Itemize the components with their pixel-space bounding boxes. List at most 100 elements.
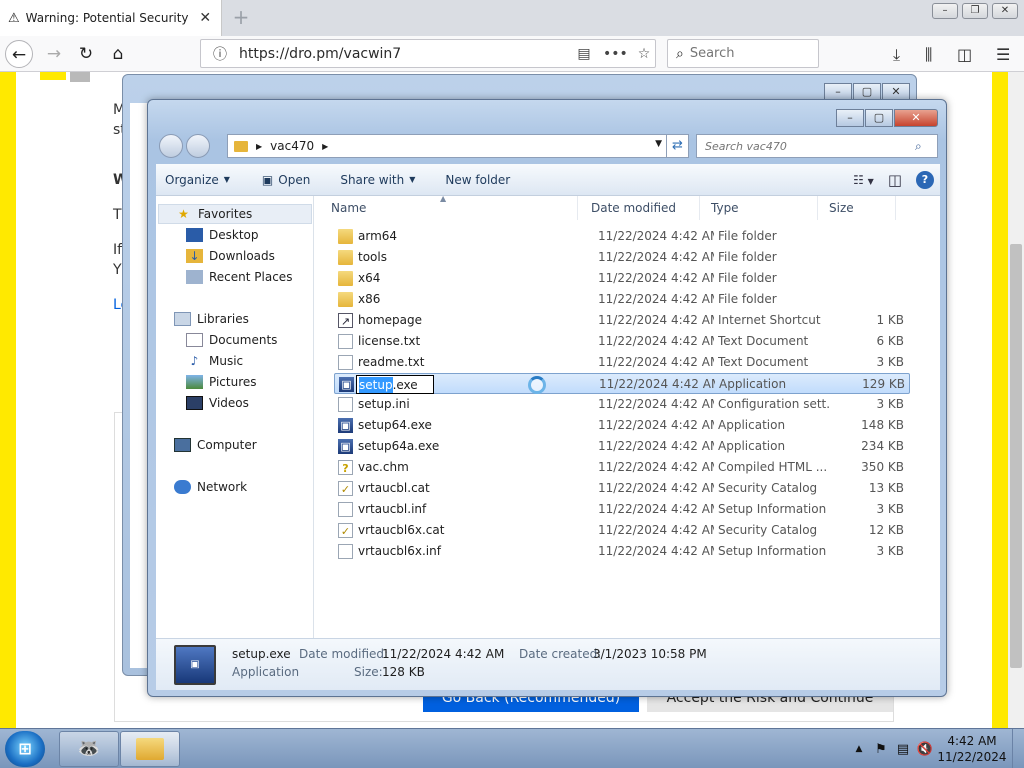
explorer-search-input[interactable] [705,139,915,153]
file-row[interactable]: . vrtaucbl.inf 11/22/2024 4:42 AM Setup Inf… [334,499,910,520]
file-row[interactable]: . vrtaucbl6x.inf 11/22/2024 4:42 AM Setup I… [334,541,910,562]
file-row[interactable]: . tools 11/22/2024 4:42 AM File folder [334,247,910,268]
page-scrollbar-thumb[interactable] [1010,244,1022,668]
column-header-date[interactable]: Date modified [580,196,700,220]
bookmark-star-icon[interactable]: ☆ [633,46,655,62]
rename-extension-text: .exe [392,377,418,392]
url-text[interactable]: https://dro.pm/vacwin7 [239,46,565,62]
search-icon[interactable]: ⌕ [915,139,937,154]
nav-downloads[interactable]: ↓ Downloads [186,246,275,266]
column-header-name[interactable]: Name [320,196,578,220]
network-icon [174,480,191,494]
forward-icon[interactable]: → [40,40,68,68]
file-row[interactable]: . setup.ini 11/22/2024 4:42 AM Configuratio… [334,394,910,415]
nav-downloads-label: Downloads [209,249,275,263]
explorer-search[interactable]: ⌕ [696,134,938,158]
file-row[interactable]: ? vac.chm 11/22/2024 4:42 AM Compiled HTML … [334,457,910,478]
share-with-button[interactable]: Share with ▼ [331,173,424,187]
file-type: Application [718,439,786,453]
breadcrumb-separator-icon[interactable]: ▶ [256,142,262,151]
file-size: 350 KB [861,460,904,474]
column-size-label: Size [829,201,854,215]
home-icon[interactable]: ⌂ [104,40,132,68]
preview-pane-icon[interactable]: ◫ [888,171,902,189]
document-icon: . [338,355,353,370]
rename-textbox[interactable]: setup .exe [356,375,434,394]
file-row[interactable]: . readme.txt 11/22/2024 4:42 AM Text Docume… [334,352,910,373]
browser-search-input[interactable] [689,46,800,61]
file-row[interactable]: . x86 11/22/2024 4:42 AM File folder [334,289,910,310]
firefox-taskbar-button[interactable]: 🦝 [59,731,119,767]
nav-libraries[interactable]: Libraries [174,309,249,329]
file-row[interactable]: ✓ vrtaucbl.cat 11/22/2024 4:42 AM Security … [334,478,910,499]
file-row[interactable]: . arm64 11/22/2024 4:42 AM File folder [334,226,910,247]
star-icon: ★ [178,207,189,221]
nav-desktop[interactable]: Desktop [186,225,259,245]
file-type: Text Document [718,334,809,348]
network-icon[interactable]: ▤ [892,742,914,757]
file-row[interactable]: ✓ vrtaucbl6x.cat 11/22/2024 4:42 AM Securit… [334,520,910,541]
minimize-icon[interactable]: – [932,3,958,19]
new-folder-button[interactable]: New folder [436,173,519,187]
nav-music[interactable]: ♪ Music [186,351,244,371]
back-icon[interactable] [159,134,183,158]
flag-icon[interactable]: ⚑ [870,742,892,757]
file-row[interactable]: ↗ homepage 11/22/2024 4:42 AM Internet Shor… [334,310,910,331]
column-header-size[interactable]: Size [818,196,896,220]
application-icon: ▣ [339,377,354,392]
library-icon[interactable]: ⫼ [925,45,932,65]
organize-button[interactable]: Organize ▼ [156,173,239,187]
view-options-icon[interactable]: ☷ ▼ [853,173,874,187]
nav-favorites[interactable]: ★ Favorites [158,204,312,224]
start-button[interactable]: ⊞ [5,731,45,767]
file-row[interactable]: . license.txt 11/22/2024 4:42 AM Text Docum… [334,331,910,352]
close-icon[interactable]: ✕ [894,109,938,127]
info-icon[interactable]: ⓘ [209,44,231,64]
file-type: File folder [718,271,777,285]
back-icon[interactable]: ← [5,40,33,68]
file-type: Setup Information [718,502,827,516]
breadcrumb-separator-icon[interactable]: ▶ [322,142,328,151]
url-bar[interactable]: ⓘ https://dro.pm/vacwin7 ▤ ••• ☆ [200,39,656,68]
nav-network[interactable]: Network [174,477,247,497]
tab-close-icon[interactable]: ✕ [197,10,213,26]
page-actions-icon[interactable]: ••• [603,46,628,62]
browser-tab[interactable]: ⚠ Warning: Potential Security Risk ✕ [0,0,222,36]
restore-icon[interactable]: ❐ [962,3,988,19]
file-row[interactable]: ▣ setup64a.exe 11/22/2024 4:42 AM Applicati… [334,436,910,457]
refresh-icon[interactable]: ⇄ [667,134,689,158]
explorer-taskbar-button[interactable] [120,731,180,767]
file-row[interactable]: ▣ setup .exe 11/22/2024 4:42 AM Application 1… [334,373,910,394]
menu-icon[interactable]: ☰ [996,45,1010,64]
file-row[interactable]: ▣ setup64.exe 11/22/2024 4:42 AM Applicatio… [334,415,910,436]
minimize-icon[interactable]: – [836,109,864,127]
column-date-label: Date modified [591,201,677,215]
reader-view-icon[interactable]: ▤ [573,46,595,62]
address-bar[interactable]: ▶ vac470 ▶ ▼ [227,134,667,158]
forward-icon[interactable] [186,134,210,158]
breadcrumb[interactable]: vac470 [270,139,314,153]
column-header-type[interactable]: Type [700,196,818,220]
close-icon[interactable]: ✕ [992,3,1018,19]
clock[interactable]: 4:42 AM 11/22/2024 [936,733,1008,765]
sidebar-icon[interactable]: ◫ [957,45,972,64]
nav-computer[interactable]: Computer [174,435,257,455]
volume-muted-icon[interactable]: 🔇 [914,742,936,757]
nav-recent-places[interactable]: Recent Places [186,267,292,287]
download-icon[interactable]: ⤓ [893,45,900,65]
file-date: 11/22/2024 4:42 AM [598,523,714,537]
sort-up-icon: ▲ [440,194,447,203]
file-row[interactable]: . x64 11/22/2024 4:42 AM File folder [334,268,910,289]
nav-pictures[interactable]: Pictures [186,372,257,392]
show-hidden-icons-icon[interactable]: ▲ [848,744,870,754]
maximize-icon[interactable]: ▢ [865,109,893,127]
open-button[interactable]: ▣ Open [253,173,319,187]
help-icon[interactable]: ? [916,171,934,189]
new-tab-icon[interactable]: + [230,6,252,28]
browser-search[interactable]: ⌕ [667,39,819,68]
nav-documents[interactable]: Documents [186,330,277,350]
show-desktop-button[interactable] [1012,729,1024,768]
chevron-down-icon[interactable]: ▼ [655,139,662,149]
nav-videos[interactable]: Videos [186,393,249,413]
reload-icon[interactable]: ↻ [72,40,100,68]
